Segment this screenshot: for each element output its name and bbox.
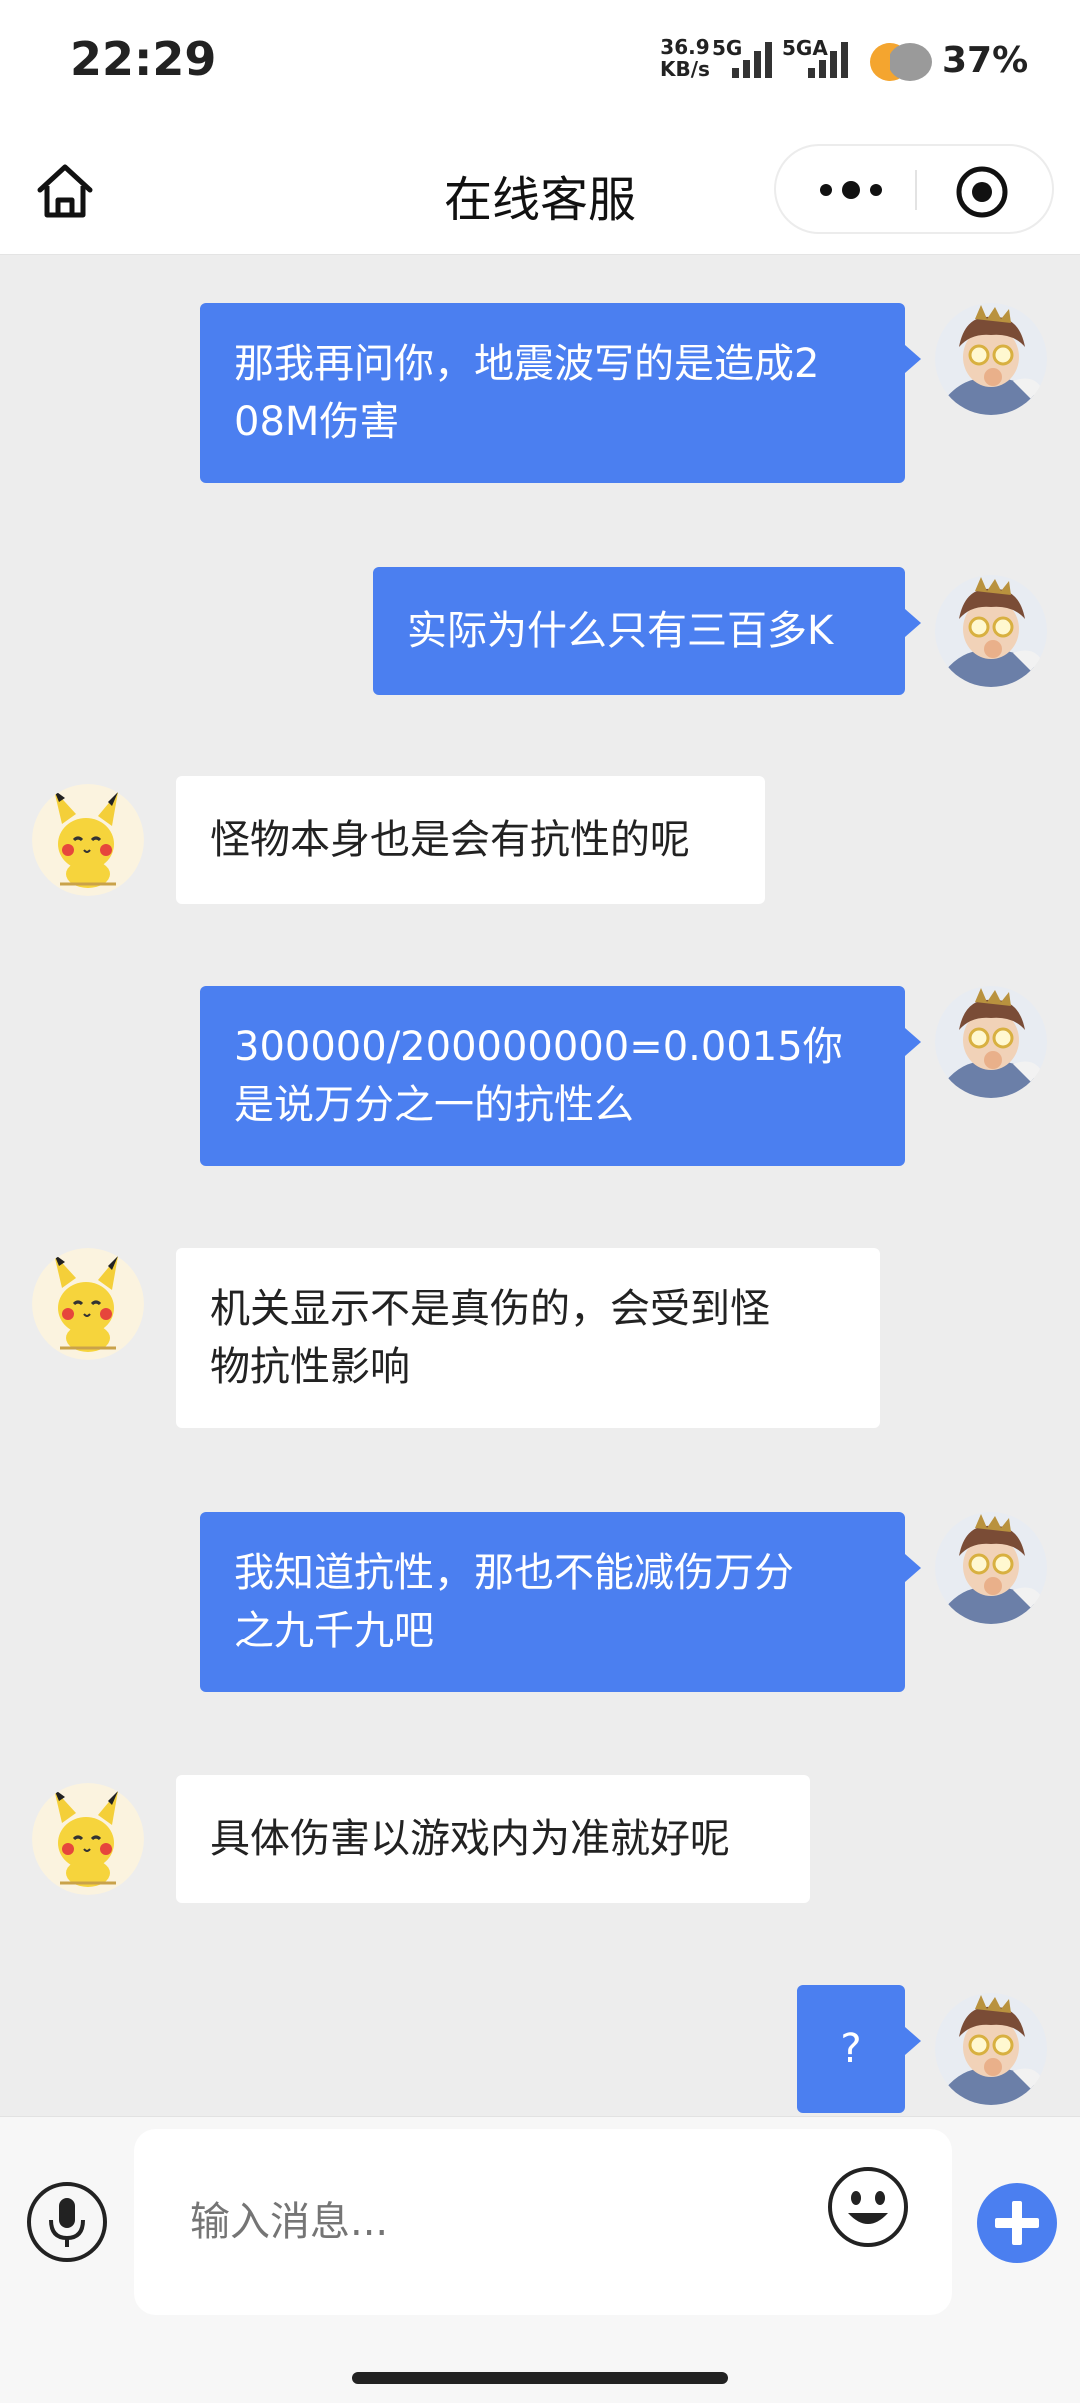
my-avatar[interactable]	[935, 986, 1047, 1098]
plus-icon[interactable]	[975, 2181, 1059, 2265]
my-message-bubble[interactable]: 300000/200000000=0.0015你 是说万分之一的抗性么	[200, 986, 905, 1166]
my-message-bubble[interactable]: 我知道抗性，那也不能减伤万分 之九千九吧	[200, 1512, 905, 1692]
mini-program-capsule	[774, 144, 1054, 234]
message-line: 300000/200000000=0.0015你	[234, 1024, 843, 1070]
message-line: 机关显示不是真伤的，会受到怪	[210, 1286, 770, 1332]
agent-message-bubble[interactable]: 机关显示不是真伤的，会受到怪 物抗性影响	[176, 1248, 880, 1428]
message-line: 08M伤害	[234, 399, 400, 445]
message-text: 具体伤害以游戏内为准就好呢	[210, 1810, 730, 1868]
bubble-tail	[905, 609, 921, 637]
my-avatar[interactable]	[935, 1993, 1047, 2105]
my-message-bubble[interactable]: 那我再问你，地震波写的是造成2 08M伤害	[200, 303, 905, 483]
my-message-bubble[interactable]: ?	[797, 1985, 905, 2113]
signal-bars-icon-2	[808, 42, 848, 78]
more-dots-icon[interactable]	[816, 168, 886, 212]
message-text: ?	[840, 2020, 861, 2078]
message-text: 300000/200000000=0.0015你 是说万分之一的抗性么	[234, 1018, 843, 1134]
signal-bars-icon	[732, 42, 772, 78]
agent-avatar[interactable]	[32, 1783, 144, 1895]
battery-icon	[870, 43, 932, 81]
agent-message-bubble[interactable]: 具体伤害以游戏内为准就好呢	[176, 1775, 810, 1903]
network-speed-unit: KB/s	[660, 57, 710, 81]
bubble-tail	[905, 2027, 921, 2055]
my-message-bubble[interactable]: 实际为什么只有三百多K	[373, 567, 905, 695]
emoji-icon[interactable]	[826, 2165, 910, 2249]
network-speed: 36.9 KB/s	[660, 36, 710, 80]
agent-message-bubble[interactable]: 怪物本身也是会有抗性的呢	[176, 776, 765, 904]
capsule-divider	[915, 170, 917, 210]
message-text: 实际为什么只有三百多K	[407, 602, 833, 660]
home-indicator[interactable]	[352, 2372, 728, 2384]
message-text: 那我再问你，地震波写的是造成2 08M伤害	[234, 335, 819, 451]
message-line: 我知道抗性，那也不能减伤万分	[234, 1550, 794, 1596]
message-text: 怪物本身也是会有抗性的呢	[210, 811, 690, 869]
message-line: 是说万分之一的抗性么	[234, 1082, 634, 1128]
network-speed-value: 36.9	[660, 35, 710, 59]
message-line: 之九千九吧	[234, 1608, 434, 1654]
message-line: 实际为什么只有三百多K	[407, 608, 834, 654]
message-line: 具体伤害以游戏内为准就好呢	[210, 1816, 730, 1862]
my-avatar[interactable]	[935, 1512, 1047, 1624]
message-line: 物抗性影响	[210, 1344, 410, 1390]
header-bar: 在线客服	[0, 126, 1080, 255]
bubble-tail	[905, 345, 921, 373]
message-text: 我知道抗性，那也不能减伤万分 之九千九吧	[234, 1544, 794, 1660]
my-avatar[interactable]	[935, 575, 1047, 687]
message-line: 怪物本身也是会有抗性的呢	[210, 817, 690, 863]
chat-message-list[interactable]: 那我再问你，地震波写的是造成2 08M伤害实际为什么只有三百多K 怪物本身也是会有抗…	[0, 255, 1080, 2115]
message-line: 那我再问你，地震波写的是造成2	[234, 341, 820, 387]
target-icon[interactable]	[954, 164, 1010, 220]
bubble-tail	[905, 1028, 921, 1056]
agent-avatar[interactable]	[32, 1248, 144, 1360]
battery-percent: 37%	[942, 40, 1029, 81]
my-avatar[interactable]	[935, 303, 1047, 415]
message-input-bar	[0, 2116, 1080, 2362]
message-line: ?	[840, 2026, 862, 2072]
agent-avatar[interactable]	[32, 784, 144, 896]
message-text: 机关显示不是真伤的，会受到怪 物抗性影响	[210, 1280, 770, 1396]
status-bar: 22:29 36.9 KB/s 5G 5GA 37%	[0, 0, 1080, 126]
microphone-icon[interactable]	[25, 2180, 109, 2264]
bubble-tail	[905, 1554, 921, 1582]
status-time: 22:29	[70, 32, 217, 86]
